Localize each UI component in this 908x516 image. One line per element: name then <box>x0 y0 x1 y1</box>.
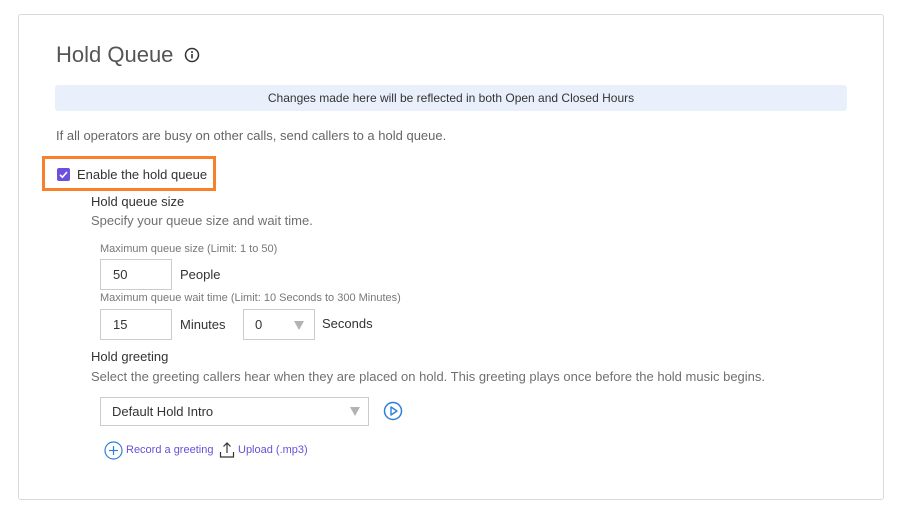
queue-size-subtitle: Specify your queue size and wait time. <box>91 213 313 228</box>
queue-size-title: Hold queue size <box>91 194 185 209</box>
page-title: Hold Queue <box>56 42 174 67</box>
hold-greeting-subtitle: Select the greeting callers hear when th… <box>91 369 766 384</box>
hold-greeting-select[interactable]: Default Hold Intro <box>100 397 369 426</box>
chevron-down-icon <box>350 407 360 416</box>
enable-hold-queue-checkbox[interactable] <box>57 168 70 181</box>
max-wait-time-label: Maximum queue wait time (Limit: 10 Secon… <box>100 292 401 304</box>
upload-icon[interactable] <box>219 441 235 459</box>
play-icon <box>383 401 403 421</box>
minutes-unit: Minutes <box>180 317 226 332</box>
wait-seconds-value: 0 <box>255 317 263 332</box>
hold-greeting-title: Hold greeting <box>91 349 169 364</box>
max-queue-size-label: Maximum queue size (Limit: 1 to 50) <box>100 243 278 255</box>
chevron-down-icon <box>294 321 304 330</box>
hold-greeting-selected: Default Hold Intro <box>112 404 214 419</box>
check-icon <box>59 171 68 179</box>
page-description: If all operators are busy on other calls… <box>56 128 447 143</box>
seconds-unit: Seconds <box>322 316 373 331</box>
plus-circle-icon[interactable] <box>104 441 123 460</box>
upload-mp3-link[interactable]: Upload (.mp3) <box>238 444 308 456</box>
wait-seconds-select[interactable]: 0 <box>243 309 315 340</box>
people-unit: People <box>180 267 221 282</box>
enable-hold-queue-label[interactable]: Enable the hold queue <box>77 167 207 182</box>
info-icon[interactable] <box>184 47 200 63</box>
max-queue-size-input[interactable]: 50 <box>100 259 172 290</box>
play-greeting-button[interactable] <box>383 401 403 421</box>
wait-minutes-input[interactable]: 15 <box>100 309 172 340</box>
info-banner: Changes made here will be reflected in b… <box>55 85 847 111</box>
record-greeting-link[interactable]: Record a greeting <box>126 444 213 456</box>
